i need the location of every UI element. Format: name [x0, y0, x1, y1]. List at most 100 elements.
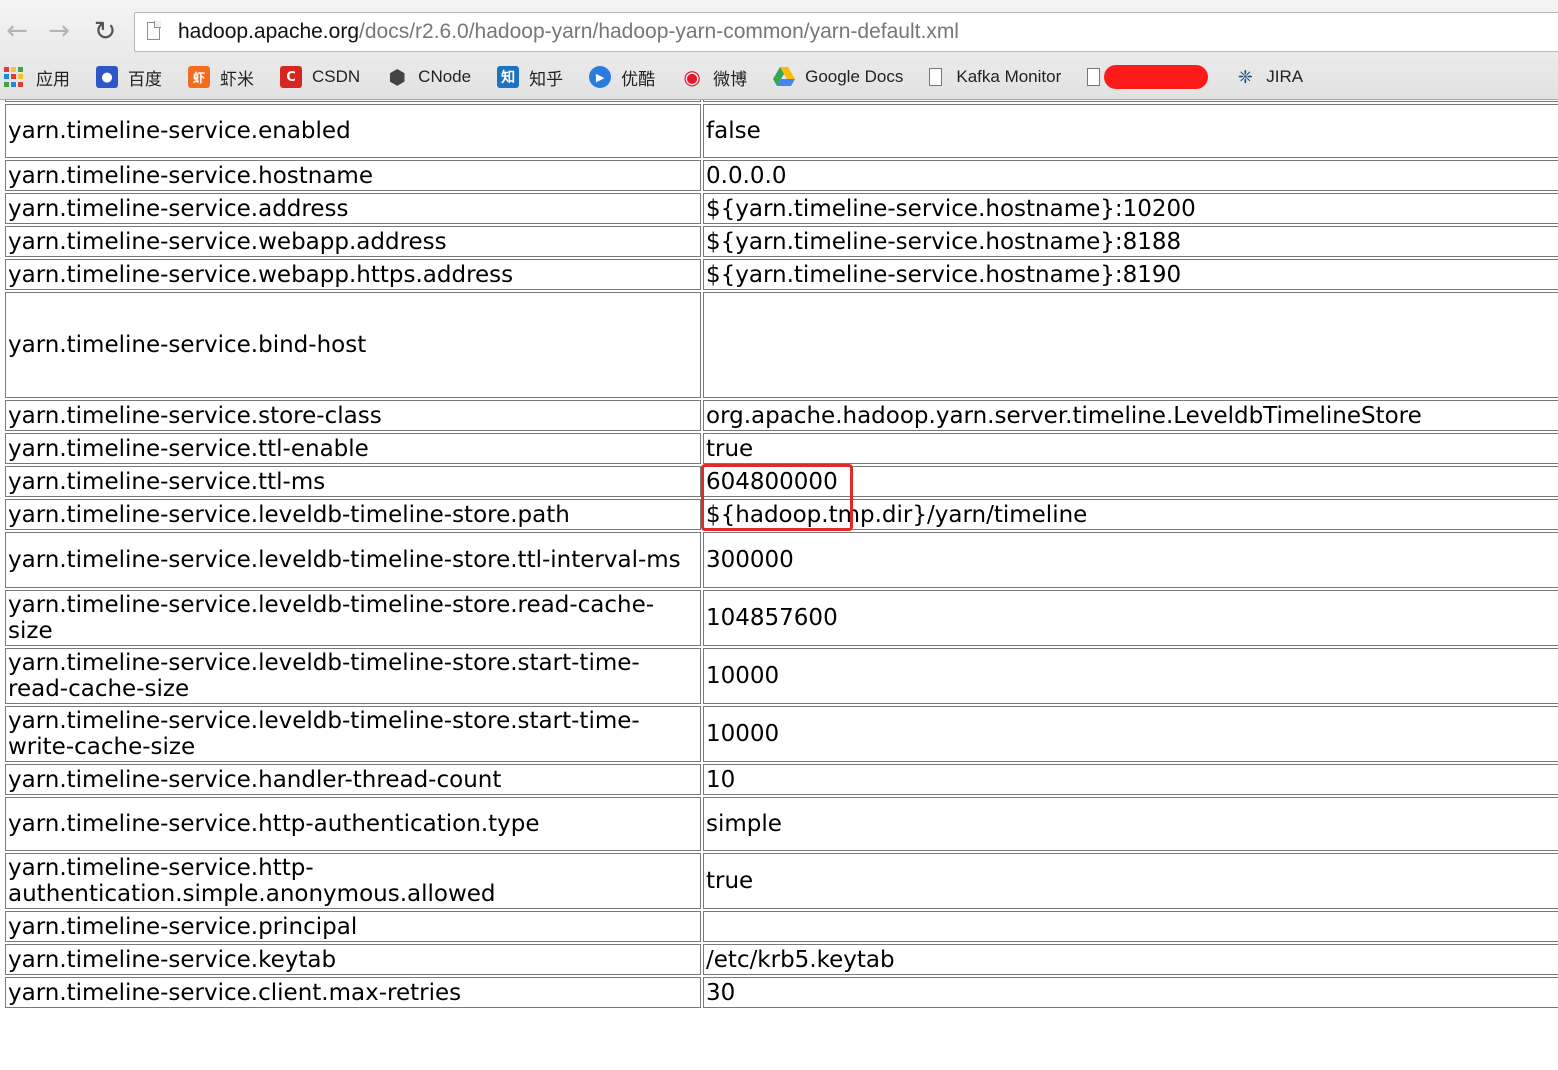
- property-name: yarn.timeline-service.address: [5, 193, 701, 224]
- youku-icon: ▶: [589, 66, 612, 88]
- weibo-icon: ◉: [683, 65, 701, 89]
- property-row: yarn.timeline-service.leveldb-timeline-s…: [5, 648, 1558, 704]
- property-row: yarn.timeline-service.address ${yarn.time…: [5, 193, 1558, 224]
- property-row: yarn.timeline-service.client.max-retries…: [5, 977, 1558, 1008]
- property-value: 0.0.0.0: [703, 160, 1558, 191]
- bookmark-label: JIRA: [1266, 67, 1304, 86]
- property-value: ${hadoop.tmp.dir}/yarn/timeline: [703, 499, 1558, 530]
- property-value: ${yarn.timeline-service.hostname}:10200: [703, 193, 1558, 224]
- bookmark-redacted[interactable]: [1087, 65, 1209, 89]
- property-row: yarn.timeline-service.leveldb-timeline-s…: [5, 532, 1558, 588]
- property-name: yarn.timeline-service.http-authenticatio…: [5, 797, 701, 851]
- address-bar[interactable]: hadoop.apache.org/docs/r2.6.0/hadoop-yar…: [134, 12, 1558, 52]
- property-name: yarn.timeline-service.leveldb-timeline-s…: [5, 532, 701, 588]
- bookmark-label: 应用: [36, 69, 70, 89]
- property-row: yarn.timeline-service.leveldb-timeline-s…: [5, 590, 1558, 646]
- bookmark-baidu[interactable]: ● 百度: [96, 65, 162, 90]
- bookmark-google-docs[interactable]: Google Docs: [773, 66, 903, 88]
- property-row: [5, 100, 1558, 102]
- property-row: yarn.timeline-service.handler-thread-cou…: [5, 764, 1558, 795]
- property-row: yarn.timeline-service.leveldb-timeline-s…: [5, 706, 1558, 762]
- property-value: org.apache.hadoop.yarn.server.timeline.L…: [703, 400, 1558, 431]
- reload-icon[interactable]: ↻: [88, 14, 122, 48]
- google-drive-icon: [773, 66, 796, 88]
- property-name: yarn.timeline-service.store-class: [5, 400, 701, 431]
- url-text[interactable]: hadoop.apache.org/docs/r2.6.0/hadoop-yar…: [178, 20, 959, 44]
- property-value: true: [703, 853, 1558, 909]
- property-value: 30: [703, 977, 1558, 1008]
- redaction-mark: [1104, 65, 1209, 89]
- property-name: [5, 100, 701, 102]
- property-name: yarn.timeline-service.leveldb-timeline-s…: [5, 706, 701, 762]
- property-value: ${yarn.timeline-service.hostname}:8190: [703, 259, 1558, 290]
- document-icon: [1087, 68, 1101, 86]
- bookmark-csdn[interactable]: C CSDN: [280, 66, 360, 88]
- property-value: 604800000: [703, 466, 1558, 497]
- property-value: true: [703, 433, 1558, 464]
- bookmark-weibo[interactable]: ◉ 微博: [681, 65, 747, 90]
- jira-icon: ❈: [1237, 66, 1253, 88]
- property-row: yarn.timeline-service.hostname 0.0.0.0: [5, 160, 1558, 191]
- baidu-paw-icon: ●: [96, 66, 118, 88]
- property-name: yarn.timeline-service.leveldb-timeline-s…: [5, 590, 701, 646]
- property-value: 104857600: [703, 590, 1558, 646]
- property-row: yarn.timeline-service.bind-host: [5, 292, 1558, 398]
- property-row: yarn.timeline-service.principal: [5, 911, 1558, 942]
- bookmark-label: 虾米: [220, 69, 254, 89]
- property-name: yarn.timeline-service.client.max-retries: [5, 977, 701, 1008]
- properties-table: yarn.timeline-service.enabled false yarn.t…: [3, 100, 1558, 1010]
- property-row: yarn.timeline-service.store-class org.apa…: [5, 400, 1558, 431]
- property-name: yarn.timeline-service.leveldb-timeline-s…: [5, 648, 701, 704]
- property-value: 10: [703, 764, 1558, 795]
- bookmark-label: 知乎: [529, 69, 564, 89]
- property-row: yarn.timeline-service.webapp.address ${ya…: [5, 226, 1558, 257]
- bookmark-label: 优酷: [621, 69, 656, 89]
- property-name: yarn.timeline-service.http-authenticatio…: [5, 853, 701, 909]
- property-value: /etc/krb5.keytab: [703, 944, 1558, 975]
- property-name: yarn.timeline-service.leveldb-timeline-s…: [5, 499, 701, 530]
- bookmark-label: CSDN: [312, 67, 361, 86]
- property-value: 300000: [703, 532, 1558, 588]
- bookmark-kafka-monitor[interactable]: Kafka Monitor: [929, 67, 1061, 87]
- property-row: yarn.timeline-service.http-authenticatio…: [5, 853, 1558, 909]
- url-host: hadoop.apache.org: [178, 20, 359, 43]
- property-name: yarn.timeline-service.bind-host: [5, 292, 701, 398]
- property-value: 10000: [703, 706, 1558, 762]
- property-name: yarn.timeline-service.enabled: [5, 104, 701, 158]
- property-row: yarn.timeline-service.ttl-ms 604800000: [5, 466, 1558, 497]
- property-value: [703, 100, 1558, 102]
- bookmark-zhihu[interactable]: 知 知乎: [497, 65, 563, 90]
- bookmark-jira[interactable]: ❈ JIRA: [1234, 66, 1303, 88]
- property-row: yarn.timeline-service.ttl-enable true: [5, 433, 1558, 464]
- property-name: yarn.timeline-service.hostname: [5, 160, 701, 191]
- forward-arrow-icon[interactable]: →: [42, 14, 76, 48]
- apps-grid-icon: [4, 67, 24, 87]
- property-name: yarn.timeline-service.ttl-ms: [5, 466, 701, 497]
- property-row: yarn.timeline-service.enabled false: [5, 104, 1558, 158]
- bookmark-xiami[interactable]: 虾 虾米: [188, 65, 254, 90]
- bookmark-apps[interactable]: 应用: [4, 65, 70, 90]
- back-arrow-icon[interactable]: ←: [0, 14, 34, 48]
- property-row: yarn.timeline-service.leveldb-timeline-s…: [5, 499, 1558, 530]
- bookmark-label: 微博: [713, 69, 748, 89]
- property-name: yarn.timeline-service.webapp.https.addre…: [5, 259, 701, 290]
- property-value: ${yarn.timeline-service.hostname}:8188: [703, 226, 1558, 257]
- bookmark-label: 百度: [128, 69, 162, 89]
- bookmark-youku[interactable]: ▶ 优酷: [589, 65, 655, 90]
- bookmark-label: Kafka Monitor: [956, 67, 1062, 86]
- property-name: yarn.timeline-service.principal: [5, 911, 701, 942]
- property-value: 10000: [703, 648, 1558, 704]
- property-name: yarn.timeline-service.ttl-enable: [5, 433, 701, 464]
- xiami-icon: 虾: [188, 66, 210, 88]
- property-value: [703, 911, 1558, 942]
- property-value: simple: [703, 797, 1558, 851]
- page-icon: [147, 21, 161, 40]
- browser-chrome: ← → ↻ hadoop.apache.org/docs/r2.6.0/hado…: [0, 0, 1558, 100]
- bookmark-cnode[interactable]: ⬢ CNode: [386, 65, 471, 89]
- document-icon: [929, 68, 943, 86]
- property-row: yarn.timeline-service.keytab/etc/krb5.ke…: [5, 944, 1558, 975]
- property-value: false: [703, 104, 1558, 158]
- property-row: yarn.timeline-service.webapp.https.addre…: [5, 259, 1558, 290]
- page-content: yarn.timeline-service.enabled false yarn.t…: [0, 100, 1558, 1070]
- property-name: yarn.timeline-service.webapp.address: [5, 226, 701, 257]
